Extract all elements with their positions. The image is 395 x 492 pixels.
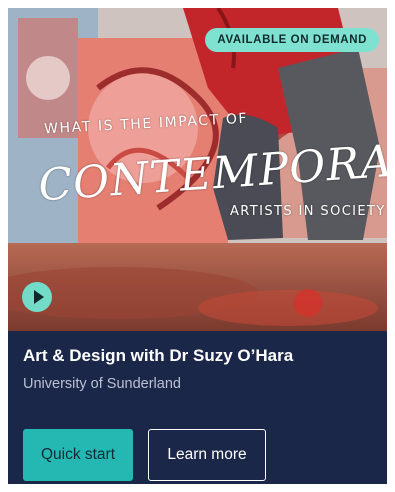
hero-heading-line3: ARTISTS IN SOCIETY?	[230, 204, 387, 219]
quick-start-button[interactable]: Quick start	[23, 429, 133, 481]
course-title: Art & Design with Dr Suzy O’Hara	[23, 346, 294, 365]
availability-badge: AVAILABLE ON DEMAND	[205, 28, 379, 52]
course-card: AVAILABLE ON DEMAND WHAT IS THE IMPACT O…	[8, 8, 387, 484]
play-button[interactable]	[22, 282, 52, 312]
play-icon	[33, 290, 44, 304]
learn-more-button[interactable]: Learn more	[148, 429, 266, 481]
hero-image[interactable]: AVAILABLE ON DEMAND WHAT IS THE IMPACT O…	[8, 8, 387, 331]
course-provider: University of Sunderland	[23, 376, 181, 392]
